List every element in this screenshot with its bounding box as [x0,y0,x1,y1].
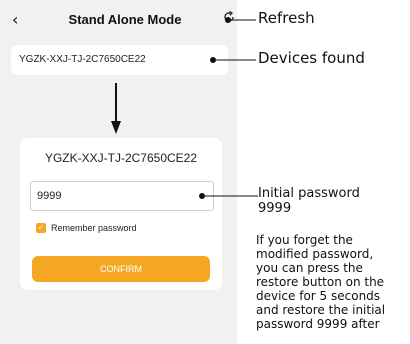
confirm-button[interactable]: CONFIRM [32,256,210,282]
initial-password-line2: 9999 [258,201,292,216]
back-button[interactable]: ‹ [12,10,18,29]
note-line: modified password, [256,247,374,261]
remember-password-checkbox[interactable]: ✓ [36,223,46,233]
dialog-device-name: YGZK-XXJ-TJ-2C7650CE22 [44,151,198,165]
remember-password-row[interactable]: ✓ Remember password [36,223,137,233]
initial-password-callout: Initial password 9999 [258,186,360,216]
down-arrow-icon [111,83,121,134]
device-name: YGZK-XXJ-TJ-2C7650CE22 [19,54,146,65]
page-title: Stand Alone Mode [68,12,182,27]
password-reset-note: If you forget the modified password, you… [256,233,406,331]
note-line: restore button on the [256,275,385,289]
refresh-icon[interactable] [222,10,236,24]
device-list-item[interactable]: YGZK-XXJ-TJ-2C7650CE22 [11,45,228,75]
note-line: password 9999 after [256,317,380,331]
note-line: If you forget the [256,233,353,247]
refresh-callout: Refresh [258,9,315,27]
initial-password-line1: Initial password [258,186,360,201]
login-dialog: YGZK-XXJ-TJ-2C7650CE22 ✓ Remember passwo… [20,138,222,290]
note-line: and restore the initial [256,303,386,317]
devices-found-callout: Devices found [258,49,365,67]
password-input[interactable] [30,181,214,211]
app-screen: ‹ Stand Alone Mode YGZK-XXJ-TJ-2C7650CE2… [0,0,237,344]
note-line: you can press the [256,261,363,275]
remember-password-label: Remember password [51,223,137,233]
note-line: device for 5 seconds [256,289,381,303]
